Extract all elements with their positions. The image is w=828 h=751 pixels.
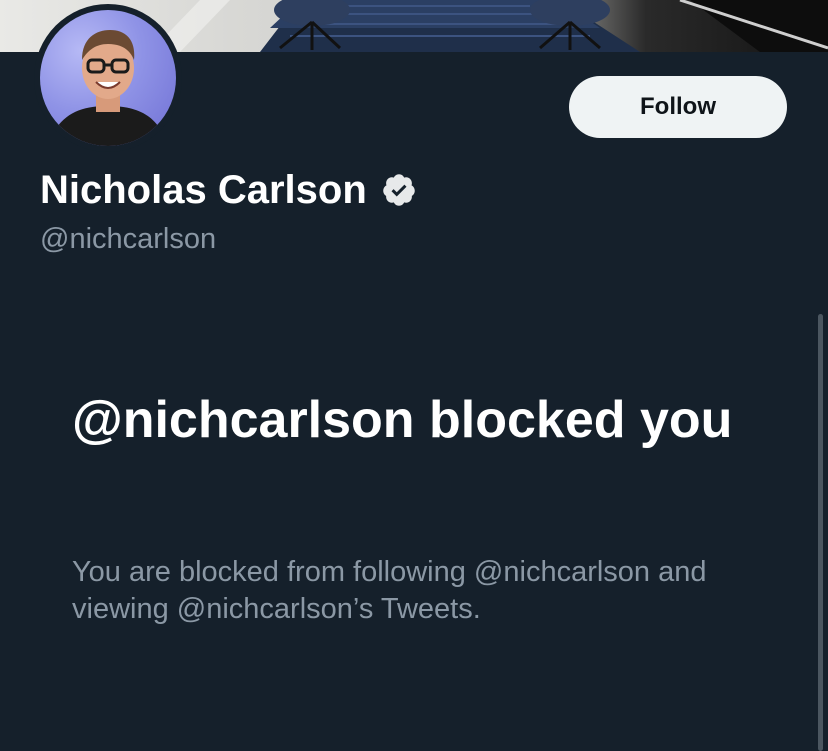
display-name: Nicholas Carlson xyxy=(40,168,367,212)
profile-name-row: Nicholas Carlson xyxy=(40,166,417,214)
blocked-title: @nichcarlson blocked you xyxy=(72,391,733,449)
blocked-description: You are blocked from following @nichcarl… xyxy=(72,556,707,625)
profile-handle: @nichcarlson xyxy=(40,223,217,255)
verified-badge-icon[interactable] xyxy=(381,172,417,208)
follow-button[interactable]: Follow xyxy=(569,76,787,138)
avatar[interactable] xyxy=(34,4,182,152)
scrollbar[interactable] xyxy=(818,314,823,751)
avatar-image xyxy=(40,10,176,146)
